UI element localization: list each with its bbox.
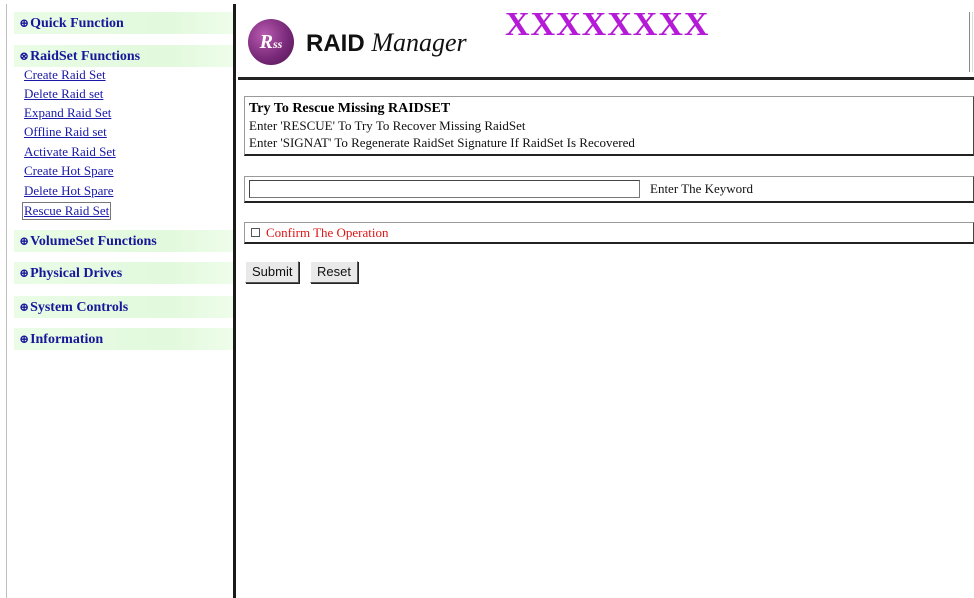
confirm-checkbox[interactable]	[251, 228, 260, 237]
nav-link-activate-raid-set[interactable]: Activate Raid Set	[24, 144, 116, 160]
rescue-info-panel: Try To Rescue Missing RAIDSET Enter 'RES…	[244, 96, 974, 156]
signat-instruction: Enter 'SIGNAT' To Regenerate RaidSet Sig…	[249, 135, 635, 150]
nav-link-rescue-raid-set[interactable]: Rescue Raid Set	[22, 202, 112, 220]
nav-section-raidset-functions[interactable]: ⊗RaidSet Functions	[14, 45, 234, 67]
nav-section-label: VolumeSet Functions	[30, 234, 157, 249]
rescue-instruction: Enter 'RESCUE' To Try To Recover Missing…	[249, 118, 526, 133]
nav-link-expand-raid-set[interactable]: Expand Raid Set	[24, 105, 111, 121]
expand-icon: ⊕	[19, 234, 30, 248]
sidebar-nav: ⊕Quick Function ⊗RaidSet Functions Creat…	[6, 4, 234, 598]
collapse-icon: ⊗	[19, 49, 30, 63]
expand-icon: ⊕	[19, 300, 30, 314]
nav-section-label: RaidSet Functions	[30, 49, 141, 64]
nav-link-offline-raid-set[interactable]: Offline Raid set	[24, 124, 107, 140]
nav-link-create-hot-spare[interactable]: Create Hot Spare	[24, 163, 114, 179]
nav-section-label: Physical Drives	[30, 266, 123, 281]
submit-button[interactable]: Submit	[245, 261, 300, 283]
keyword-label: Enter The Keyword	[650, 181, 754, 196]
nav-section-physical-drives[interactable]: ⊕Physical Drives	[14, 262, 234, 284]
nav-section-quick-function[interactable]: ⊕Quick Function	[14, 12, 234, 34]
confirm-panel: Confirm The Operation	[244, 222, 974, 244]
nav-link-create-raid-set[interactable]: Create Raid Set	[24, 67, 106, 83]
nav-section-system-controls[interactable]: ⊕System Controls	[14, 296, 234, 318]
expand-icon: ⊕	[19, 266, 30, 280]
nav-section-label: System Controls	[30, 300, 129, 315]
header-banner: Rss RAID Manager XXXXXXXX	[238, 4, 974, 80]
expand-icon: ⊕	[19, 16, 30, 30]
nav-link-delete-hot-spare[interactable]: Delete Hot Spare	[24, 183, 114, 199]
nav-section-information[interactable]: ⊕Information	[14, 328, 234, 350]
nav-section-volumeset-functions[interactable]: ⊕VolumeSet Functions	[14, 230, 234, 252]
page-title: Try To Rescue Missing RAIDSET	[249, 101, 451, 116]
frame-divider[interactable]	[233, 4, 236, 598]
nav-link-delete-raid-set[interactable]: Delete Raid set	[24, 86, 103, 102]
nav-section-label: Quick Function	[30, 16, 124, 31]
logo-icon: Rss	[248, 19, 294, 65]
logo-text: RAID Manager	[306, 28, 467, 57]
product-title: XXXXXXXX	[505, 6, 710, 43]
keyword-panel: Enter The Keyword	[244, 176, 974, 203]
keyword-input[interactable]	[249, 180, 640, 198]
expand-icon: ⊕	[19, 332, 30, 346]
nav-section-label: Information	[30, 332, 104, 347]
scrollbar[interactable]	[969, 12, 973, 72]
confirm-label[interactable]: Confirm The Operation	[266, 225, 389, 241]
reset-button[interactable]: Reset	[310, 261, 358, 283]
